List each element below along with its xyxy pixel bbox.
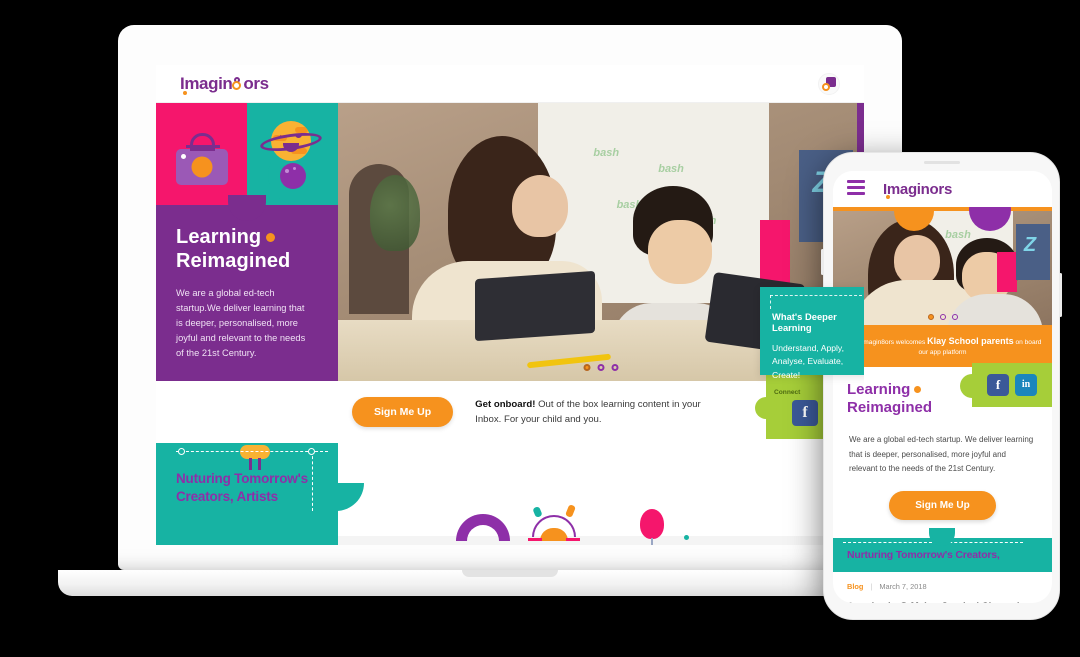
mobile-blog-section: Blog | March 7, 2018 Arcademia @ Maker C… — [833, 572, 1052, 603]
bottom-heading: Nuturing Tomorrow's Creators, Artists — [176, 471, 308, 505]
mobile-site-header: Imagin ors — [833, 171, 1052, 207]
signup-button[interactable]: Sign Me Up — [352, 397, 454, 427]
mobile-signup-button[interactable]: Sign Me Up — [889, 490, 996, 520]
deeper-learning-body: Understand, Apply, Analyse, Evaluate, Cr… — [772, 343, 844, 380]
mobile-hero-title: Learning Reimagined — [847, 380, 933, 417]
carousel-dot-3[interactable] — [611, 364, 619, 371]
mobile-hero-content: f in Learning Reimagined We are a global… — [833, 362, 1052, 520]
deeper-learning-heading: What's Deeper Learning — [772, 311, 837, 333]
dashed-line — [176, 451, 328, 452]
blog-separator: | — [870, 581, 873, 591]
hero-description: We are a global ed-tech startup.We deliv… — [176, 288, 306, 359]
logo-text-post: ors — [243, 73, 269, 93]
hero-left-panel: Learning Reimagined We are a global ed-t… — [156, 103, 363, 381]
mobile-teal-heading: Nurturing Tomorrow's Creators, — [847, 548, 1000, 561]
phone-power-button[interactable] — [1059, 273, 1062, 317]
banner-bold: Klay School parents — [927, 336, 1014, 346]
mockup-stage: Imagin ors Learning Reimagined We are a … — [0, 0, 1080, 657]
mobile-announcement-banner: Team Imagin8ors welcomes Klay School par… — [833, 325, 1052, 367]
cloud-icon — [240, 445, 270, 470]
desktop-cta-band: Sign Me Up Get onboard! Out of the box l… — [156, 375, 864, 443]
mobile-carousel-dot-2[interactable] — [939, 314, 946, 320]
mobile-carousel-dot-1[interactable] — [927, 314, 934, 320]
title-dot-icon — [266, 233, 276, 243]
dash-node-2 — [308, 448, 315, 455]
account-icon[interactable] — [818, 72, 840, 95]
desktop-site-header: Imagin ors — [156, 65, 864, 103]
blog-meta: Blog | March 7, 2018 — [847, 582, 1038, 591]
blog-date: March 7, 2018 — [879, 581, 927, 591]
deeper-learning-card: What's Deeper Learning Understand, Apply… — [760, 287, 864, 380]
logo-text-pre: Imagin — [180, 73, 233, 95]
facebook-icon[interactable]: f — [792, 399, 818, 426]
phone-volume-button[interactable] — [821, 249, 824, 275]
hero-carousel-dots[interactable] — [583, 364, 619, 371]
tiny-dot-illustration — [684, 535, 689, 540]
hamburger-icon[interactable] — [847, 180, 865, 198]
desktop-hero: Learning Reimagined We are a global ed-t… — [156, 103, 864, 381]
laptop-lid: Imagin ors Learning Reimagined We are a … — [118, 25, 902, 570]
carousel-dot-1[interactable] — [583, 364, 591, 371]
connect-label: Connect — [774, 388, 801, 396]
phone-speaker — [923, 161, 960, 164]
logo-8-glyph — [232, 76, 243, 91]
arch-illustration — [456, 514, 510, 541]
phone-device: Imaginors bashbash Z — [821, 152, 1062, 620]
mobile-carousel-dot-3[interactable] — [951, 314, 958, 320]
cta-lead: Get onboard! — [475, 398, 536, 410]
carousel-dot-2[interactable] — [597, 364, 605, 371]
mobile-hero-photo: bashbash Z — [833, 207, 1052, 325]
phone-body: Imaginors bashbash Z — [821, 152, 1062, 620]
dash-node-1 — [178, 448, 185, 455]
moon-icon — [280, 163, 306, 189]
cta-text: Get onboard! Out of the box learning con… — [475, 397, 727, 428]
title-dot-icon — [914, 386, 922, 394]
mobile-teal-band: Nurturing Tomorrow's Creators, — [833, 527, 1052, 572]
desktop-logo[interactable]: Imagin ors — [180, 73, 269, 95]
balloon-illustration — [640, 509, 664, 545]
blog-tag[interactable]: Blog — [847, 582, 863, 591]
phone-screen: Imaginors bashbash Z — [833, 171, 1052, 603]
blog-title[interactable]: Arcademia @ Maker Carnival Chennai — [847, 601, 1038, 603]
carousel-illustration — [526, 504, 582, 541]
laptop-screen: Imagin ors Learning Reimagined We are a … — [156, 65, 864, 545]
mobile-hero-description: We are a global ed-tech startup. We deli… — [849, 435, 1034, 474]
mobile-logo[interactable]: Imagin ors — [883, 181, 952, 199]
desktop-bottom-band: Nuturing Tomorrow's Creators, Artists — [156, 443, 864, 545]
puzzle-knob — [228, 195, 266, 221]
hero-title: Learning Reimagined — [176, 226, 291, 273]
laptop-device: Imagin ors Learning Reimagined We are a … — [58, 25, 962, 596]
camera-icon — [176, 133, 228, 185]
mobile-carousel-dots[interactable] — [927, 314, 958, 320]
